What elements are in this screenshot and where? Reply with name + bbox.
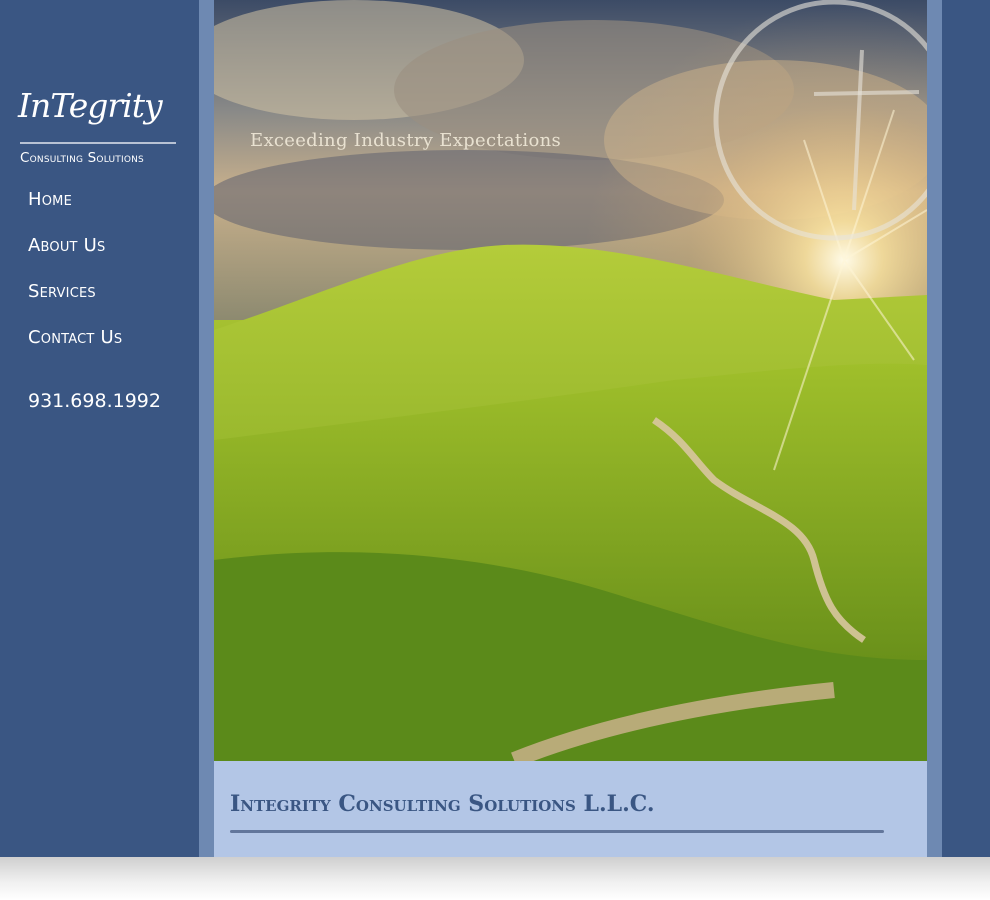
page-title: Integrity Consulting Solutions L.L.C.: [230, 791, 655, 817]
nav-about-us[interactable]: About Us: [28, 232, 122, 278]
nav-home[interactable]: Home: [28, 186, 122, 232]
phone-number[interactable]: 931.698.1992: [28, 390, 161, 412]
main-nav: Home About Us Services Contact Us: [28, 186, 122, 370]
hero-tagline: Exceeding Industry Expectations: [250, 130, 562, 151]
bottom-shadow: [0, 857, 990, 900]
left-gutter: [199, 0, 214, 857]
right-gutter: [927, 0, 942, 857]
content-panel: Integrity Consulting Solutions L.L.C.: [214, 761, 927, 857]
title-divider: [230, 830, 884, 833]
sidebar: InTegrity Consulting Solutions Home Abou…: [0, 0, 199, 857]
nav-services[interactable]: Services: [28, 278, 122, 324]
logo-subtitle: Consulting Solutions: [20, 150, 144, 166]
logo-script: InTegrity: [18, 86, 163, 125]
hero-image: Exceeding Industry Expectations: [214, 0, 927, 761]
logo[interactable]: InTegrity Consulting Solutions: [16, 82, 182, 168]
logo-divider: [20, 142, 176, 144]
nav-contact-us[interactable]: Contact Us: [28, 324, 122, 370]
hero-landscape: [214, 0, 927, 761]
